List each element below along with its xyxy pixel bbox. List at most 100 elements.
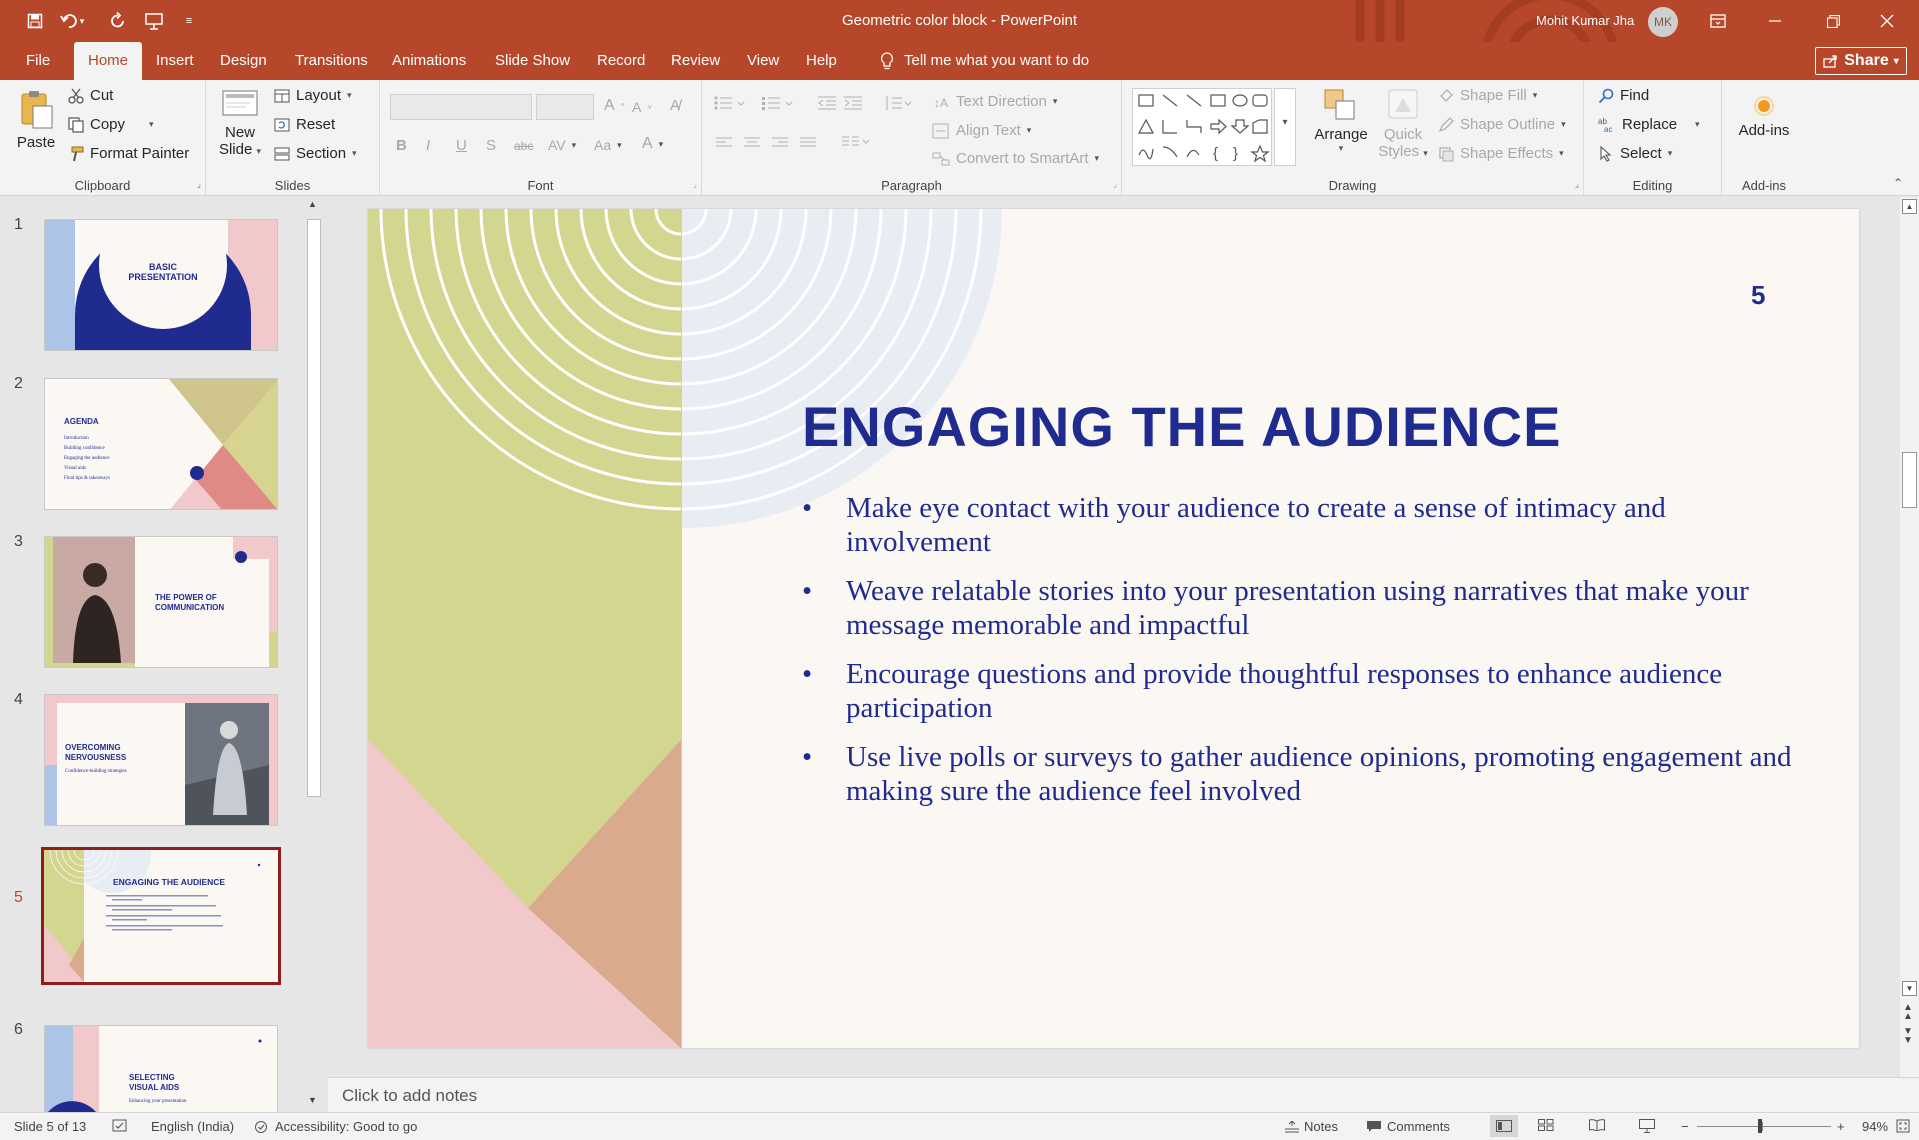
reset-button[interactable]: Reset <box>274 116 335 133</box>
slide-thumbnail-3[interactable]: THE POWER OF COMMUNICATION <box>44 536 278 668</box>
slide-thumbnail-5-selected[interactable]: ENGAGING THE AUDIENCE <box>41 847 281 985</box>
tab-record[interactable]: Record <box>585 42 657 80</box>
scroll-up-icon[interactable]: ▲ <box>308 199 317 209</box>
line-spacing-icon[interactable] <box>884 95 912 111</box>
slide-thumbnail-4[interactable]: OVERCOMING NERVOUSNESS Confidence-buildi… <box>44 694 278 826</box>
shapes-more-icon[interactable]: ▾ <box>1274 88 1296 166</box>
scroll-down-icon[interactable]: ▼ <box>1902 981 1917 996</box>
scroll-up-icon[interactable]: ▲ <box>1902 199 1917 214</box>
tab-insert[interactable]: Insert <box>144 42 206 80</box>
justify-icon[interactable] <box>800 137 816 149</box>
tab-help[interactable]: Help <box>794 42 849 80</box>
scroll-down-icon[interactable]: ▼ <box>308 1095 317 1105</box>
slide-thumbnail-6[interactable]: SELECTING VISUAL AIDS Enhancing your pre… <box>44 1025 278 1112</box>
find-button[interactable]: Find <box>1598 87 1649 104</box>
cut-button[interactable]: Cut <box>68 87 113 104</box>
zoom-slider-thumb[interactable] <box>1757 1119 1762 1133</box>
bullet-item[interactable]: • Weave relatable stories into your prese… <box>802 574 1812 642</box>
slide-title[interactable]: ENGAGING THE AUDIENCE <box>802 394 1561 459</box>
shape-effects-button[interactable]: Shape Effects ▾ <box>1438 145 1564 162</box>
notes-button[interactable]: Notes <box>1285 1119 1338 1134</box>
zoom-out-icon[interactable]: − <box>1681 1119 1689 1134</box>
convert-smartart-button[interactable]: Convert to SmartArt ▾ <box>932 150 1099 167</box>
zoom-level[interactable]: 94% <box>1862 1119 1888 1134</box>
tab-file[interactable]: File <box>14 42 62 80</box>
shadow-icon[interactable]: S <box>486 137 496 154</box>
tab-home[interactable]: Home <box>74 42 143 80</box>
language-indicator[interactable]: English (India) <box>151 1119 234 1134</box>
grow-font-icon[interactable]: A ^ <box>604 97 624 115</box>
section-button[interactable]: Section ▾ <box>274 145 357 162</box>
tab-design[interactable]: Design <box>208 42 279 80</box>
bullet-item[interactable]: • Use live polls or surveys to gather aud… <box>802 740 1812 808</box>
share-button[interactable]: Share ▾ <box>1815 47 1907 75</box>
align-text-button[interactable]: Align Text ▾ <box>932 122 1031 139</box>
bullet-item[interactable]: • Encourage questions and provide thought… <box>802 657 1812 725</box>
scrollbar-thumb[interactable] <box>1902 452 1917 508</box>
shape-fill-button[interactable]: Shape Fill ▾ <box>1438 87 1537 104</box>
align-right-icon[interactable] <box>772 137 788 149</box>
strikethrough-icon[interactable]: abc <box>514 139 533 153</box>
comments-button[interactable]: Comments <box>1366 1119 1450 1134</box>
align-left-icon[interactable] <box>716 137 732 149</box>
user-name[interactable]: Mohit Kumar Jha <box>1536 13 1634 28</box>
font-name-box[interactable] <box>390 94 532 120</box>
thumbnail-scrollbar[interactable]: ▲ ▼ <box>304 197 324 1112</box>
italic-icon[interactable]: I <box>426 137 430 154</box>
zoom-in-icon[interactable]: + <box>1837 1119 1845 1134</box>
text-direction-button[interactable]: ↕A Text Direction ▾ <box>932 93 1057 110</box>
bullets-icon[interactable] <box>714 96 748 110</box>
ribbon-display-icon[interactable] <box>1695 0 1741 42</box>
addins-button[interactable]: Add-ins <box>1726 94 1802 139</box>
underline-icon[interactable]: U <box>456 137 467 154</box>
select-button[interactable]: Select ▾ <box>1598 145 1672 162</box>
align-center-icon[interactable] <box>744 137 760 149</box>
replace-button[interactable]: ab ac Replace ▾ <box>1598 116 1700 133</box>
increase-indent-icon[interactable] <box>844 96 862 110</box>
paste-button[interactable]: Paste <box>12 88 60 151</box>
format-painter-button[interactable]: Format Painter <box>68 145 189 162</box>
shrink-font-icon[interactable]: A ˅ <box>632 99 652 115</box>
tab-review[interactable]: Review <box>659 42 732 80</box>
dialog-launcher-icon[interactable]: ⌟ <box>197 179 201 190</box>
new-slide-button[interactable]: New Slide ▾ <box>216 86 264 158</box>
tab-view[interactable]: View <box>735 42 791 80</box>
dialog-launcher-icon[interactable]: ⌟ <box>693 179 697 190</box>
slide-scrollbar[interactable]: ▲ ▼ ▲ ▲ ▼ ▼ <box>1900 197 1919 1077</box>
spell-check-icon[interactable] <box>112 1119 128 1133</box>
dialog-launcher-icon[interactable]: ⌟ <box>1113 179 1117 190</box>
character-spacing-icon[interactable]: AV ▾ <box>548 137 576 153</box>
bullet-item[interactable]: • Make eye contact with your audience to … <box>802 491 1812 559</box>
clear-formatting-icon[interactable]: A̸ <box>670 97 680 114</box>
collapse-ribbon-icon[interactable]: ⌃ <box>1893 176 1903 190</box>
tab-transitions[interactable]: Transitions <box>283 42 380 80</box>
zoom-slider[interactable] <box>1697 1126 1831 1127</box>
columns-icon[interactable] <box>842 135 872 149</box>
previous-slide-icon[interactable]: ▲ ▲ <box>1903 1003 1913 1022</box>
copy-button[interactable]: Copy ▾ <box>68 116 154 133</box>
slide-show-icon[interactable] <box>1639 1119 1655 1133</box>
dialog-launcher-icon[interactable]: ⌟ <box>1575 179 1579 190</box>
avatar[interactable]: MK <box>1648 7 1678 37</box>
current-slide[interactable]: 5 ENGAGING THE AUDIENCE • Make eye contac… <box>368 209 1859 1048</box>
tab-animations[interactable]: Animations <box>380 42 478 80</box>
quick-styles-button[interactable]: Quick Styles ▾ <box>1374 88 1432 160</box>
normal-view-icon[interactable] <box>1490 1115 1518 1137</box>
restore-icon[interactable] <box>1810 0 1856 42</box>
font-color-icon[interactable]: A ▾ <box>642 135 663 153</box>
accessibility-checker[interactable]: Accessibility: Good to go <box>254 1119 417 1134</box>
next-slide-icon[interactable]: ▼ ▼ <box>1903 1027 1913 1046</box>
slide-thumbnail-2[interactable]: AGENDA Introduction Building confidence … <box>44 378 278 510</box>
font-size-box[interactable] <box>536 94 594 120</box>
arrange-button[interactable]: Arrange ▾ <box>1312 88 1370 154</box>
scrollbar-thumb[interactable] <box>307 219 321 797</box>
layout-button[interactable]: Layout ▾ <box>274 87 352 104</box>
slide-thumbnail-1[interactable]: BASIC PRESENTATION <box>44 219 278 351</box>
tell-me-box[interactable]: Tell me what you want to do <box>868 42 1101 80</box>
change-case-icon[interactable]: Aa ▾ <box>594 137 622 153</box>
notes-pane[interactable]: Click to add notes <box>328 1077 1919 1112</box>
tab-slide-show[interactable]: Slide Show <box>483 42 582 80</box>
shape-outline-button[interactable]: Shape Outline ▾ <box>1438 116 1566 133</box>
shapes-gallery[interactable]: {} <box>1132 88 1272 166</box>
minimize-icon[interactable] <box>1752 0 1798 42</box>
